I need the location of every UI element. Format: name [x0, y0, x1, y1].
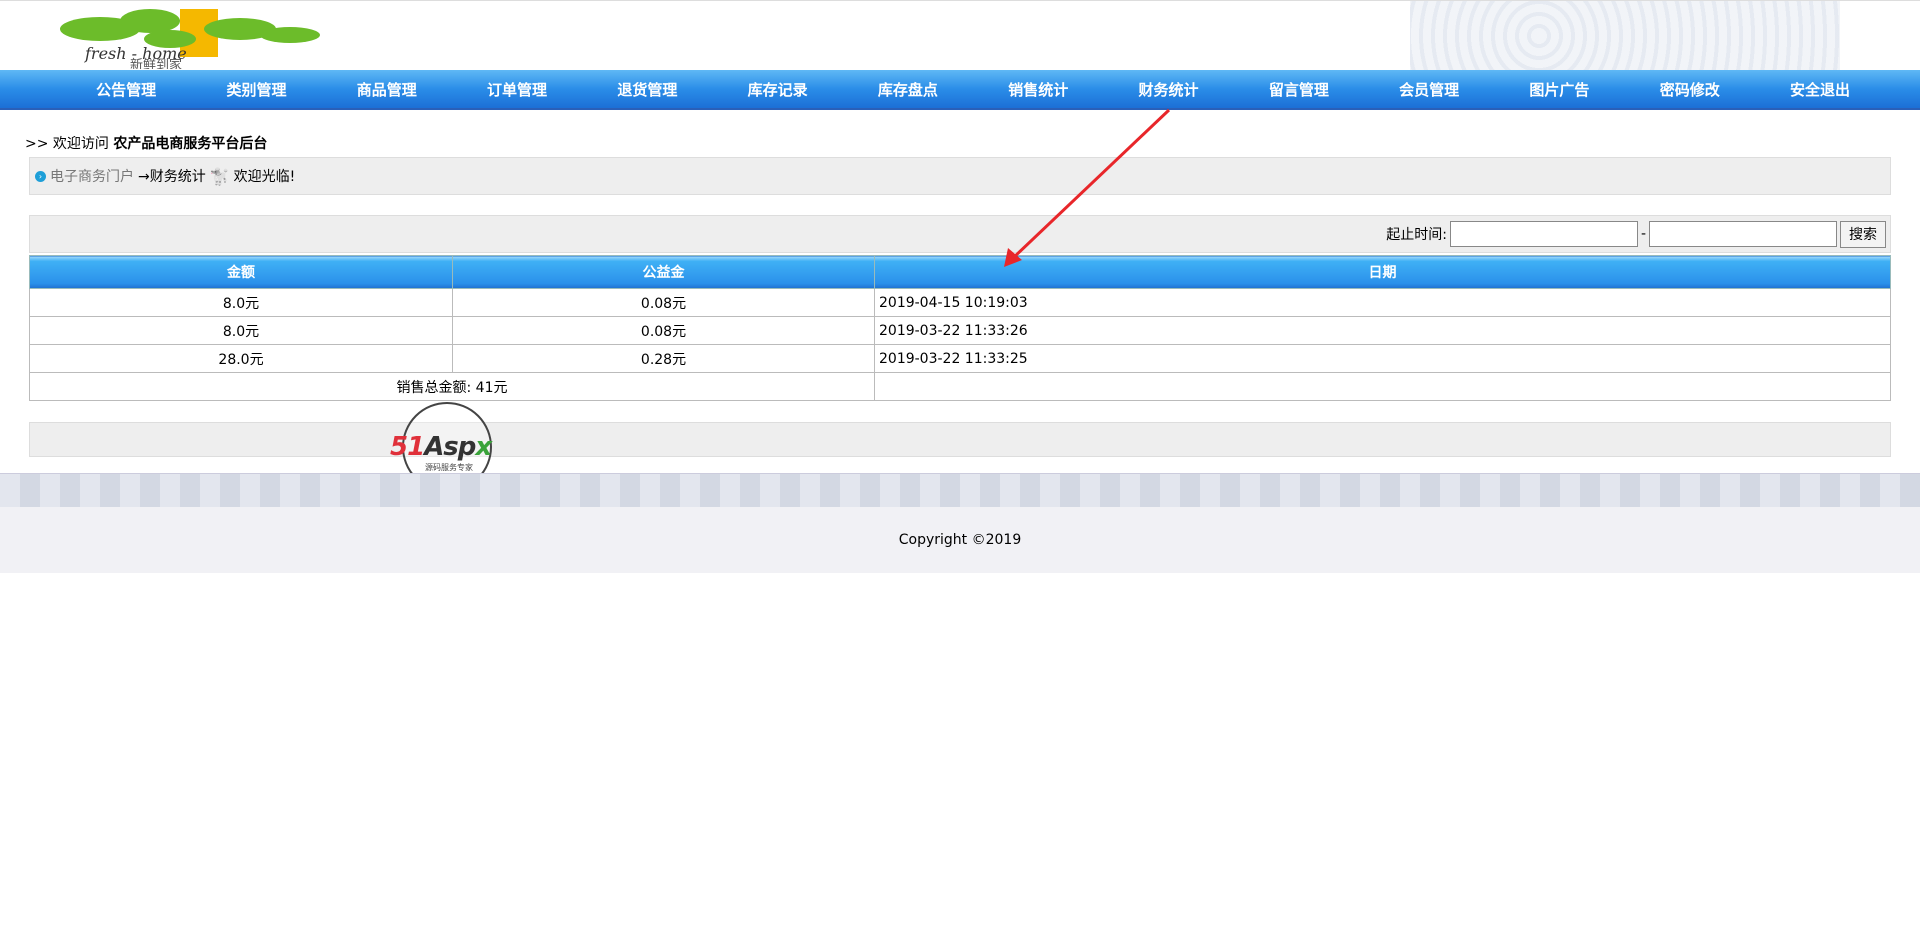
header: fresh - home 新鲜到家: [0, 0, 1920, 71]
logo: fresh - home 新鲜到家: [60, 9, 320, 69]
amount-cell: 8.0元: [29, 288, 453, 317]
nav-category[interactable]: 类别管理: [191, 70, 321, 108]
breadcrumb: › 电子商务门户 →财务统计 🐩 欢迎光临!: [29, 157, 1891, 195]
date-cell: 2019-04-15 10:19:03: [874, 288, 1891, 317]
table-row: 28.0元 0.28元 2019-03-22 11:33:25: [29, 344, 1891, 373]
total-sales: 销售总金额: 41元: [29, 372, 875, 401]
nav-announcement[interactable]: 公告管理: [61, 70, 191, 108]
col-amount: 金额: [29, 255, 453, 289]
end-date-input[interactable]: [1649, 221, 1837, 247]
watermark-subtitle: 源码服务专家: [425, 463, 473, 472]
annotation-arrow: [1004, 108, 1171, 267]
nav-finance-stats[interactable]: 财务统计: [1103, 70, 1233, 108]
greeting: 欢迎光临!: [233, 169, 296, 185]
dog-icon: 🐩: [209, 166, 230, 186]
date-range-label: 起止时间:: [1386, 227, 1447, 243]
site-name: 农产品电商服务平台后台: [113, 136, 268, 152]
charity-cell: 0.28元: [452, 344, 875, 373]
main-nav: 公告管理 类别管理 商品管理 订单管理 退货管理 库存记录 库存盘点 销售统计 …: [0, 70, 1920, 110]
nav-product[interactable]: 商品管理: [322, 70, 452, 108]
table-row: 8.0元 0.08元 2019-03-22 11:33:26: [29, 316, 1891, 345]
nav-sales-stats[interactable]: 销售统计: [973, 70, 1103, 108]
charity-cell: 0.08元: [452, 288, 875, 317]
footer: Copyright ©2019: [0, 507, 1920, 573]
nav-members[interactable]: 会员管理: [1364, 70, 1494, 108]
breadcrumb-current: →财务统计: [138, 169, 206, 185]
header-decoration: [1410, 1, 1840, 71]
date-separator: -: [1640, 226, 1646, 242]
date-cell: 2019-03-22 11:33:26: [874, 316, 1891, 345]
nav-password[interactable]: 密码修改: [1625, 70, 1755, 108]
start-date-input[interactable]: [1449, 221, 1638, 247]
search-bar: 起止时间: - 搜索: [29, 215, 1891, 253]
copyright: Copyright ©2019: [898, 532, 1022, 548]
bottom-bar: [29, 422, 1891, 457]
total-row: 销售总金额: 41元: [29, 372, 1891, 401]
nav-order[interactable]: 订单管理: [452, 70, 582, 108]
charity-cell: 0.08元: [452, 316, 875, 345]
amount-cell: 28.0元: [29, 344, 453, 373]
amount-cell: 8.0元: [29, 316, 453, 345]
col-date: 日期: [874, 255, 1891, 289]
nav-logout[interactable]: 安全退出: [1755, 70, 1885, 108]
nav-image-ads[interactable]: 图片广告: [1494, 70, 1624, 108]
welcome-prefix: >> 欢迎访问: [25, 136, 109, 152]
table-row: 8.0元 0.08元 2019-04-15 10:19:03: [29, 288, 1891, 317]
arrow-circle-icon: ›: [35, 170, 46, 182]
nav-return[interactable]: 退货管理: [582, 70, 712, 108]
nav-stock-record[interactable]: 库存记录: [712, 70, 842, 108]
empty-cell: [874, 372, 1891, 401]
nav-stock-check[interactable]: 库存盘点: [843, 70, 973, 108]
search-button[interactable]: 搜索: [1840, 220, 1886, 248]
date-cell: 2019-03-22 11:33:25: [874, 344, 1891, 373]
finance-table: 金额 公益金 日期 8.0元 0.08元 2019-04-15 10:19:03 8…: [29, 255, 1891, 401]
breadcrumb-home[interactable]: 电子商务门户: [50, 166, 134, 186]
nav-messages[interactable]: 留言管理: [1234, 70, 1364, 108]
welcome-text: >> 欢迎访问 农产品电商服务平台后台: [25, 133, 267, 153]
footer-decoration: [0, 473, 1920, 507]
svg-text:新鲜到家: 新鲜到家: [130, 57, 182, 69]
col-charity: 公益金: [452, 255, 875, 289]
